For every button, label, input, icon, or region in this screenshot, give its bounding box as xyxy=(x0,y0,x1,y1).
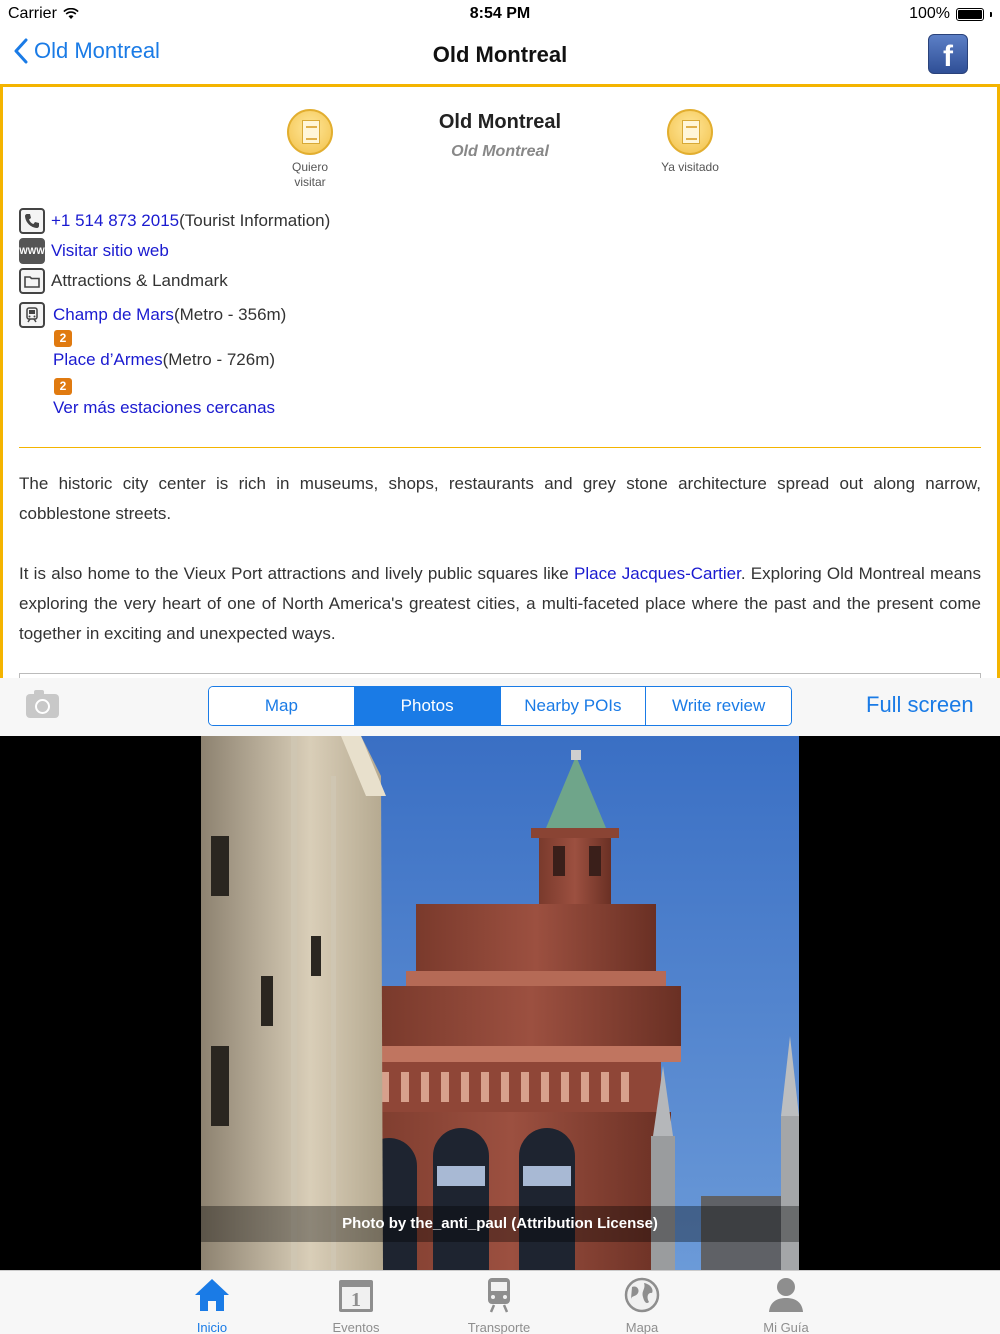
full-screen-button[interactable]: Full screen xyxy=(866,692,974,718)
phone-link[interactable]: +1 514 873 2015 xyxy=(51,211,179,231)
website-row: WWW Visitar sitio web xyxy=(19,238,169,264)
photo-caption: Photo by the_anti_paul (Attribution Lice… xyxy=(201,1206,799,1242)
tab-map[interactable]: Map xyxy=(209,687,355,725)
phone-icon xyxy=(19,208,45,234)
battery-icon xyxy=(956,7,984,21)
visited-doc-icon xyxy=(667,109,713,155)
station-row-1: Champ de Mars (Metro - 356m) xyxy=(19,302,286,328)
folder-icon xyxy=(19,268,45,294)
tabbar-label: Inicio xyxy=(196,1320,228,1334)
battery-tip xyxy=(990,11,992,17)
view-segmented-control: Map Photos Nearby POIs Write review xyxy=(208,686,792,726)
facebook-share-button[interactable]: f xyxy=(928,34,968,74)
navigation-bar: Old Montreal Old Montreal f xyxy=(0,28,1000,84)
globe-icon xyxy=(624,1277,660,1313)
poi-subtitle: Old Montreal xyxy=(451,143,549,160)
calendar-icon: 1 xyxy=(339,1280,373,1312)
poi-title: Old Montreal xyxy=(438,111,562,133)
camera-icon[interactable] xyxy=(26,690,59,718)
more-stations-link[interactable]: Ver más estaciones cercanas xyxy=(53,398,275,418)
tabbar-item-eventos[interactable]: 1 Eventos xyxy=(306,1275,406,1334)
category-row: Attractions & Landmark xyxy=(19,268,228,294)
website-link[interactable]: Visitar sitio web xyxy=(51,241,169,261)
battery-percent: 100% xyxy=(909,5,950,22)
place-jacques-cartier-link[interactable]: Place Jacques-Cartier xyxy=(574,564,741,583)
facebook-icon: f xyxy=(943,40,953,73)
bottom-tab-bar: Inicio 1 Eventos Transporte Mapa Mi Guía xyxy=(0,1270,1000,1334)
already-visited-button[interactable]: Ya visitado xyxy=(645,109,735,175)
description-paragraph-1: The historic city center is rich in muse… xyxy=(19,474,981,523)
metro-line-badge: 2 xyxy=(54,330,72,347)
home-icon xyxy=(195,1279,229,1311)
tabbar-item-mi-guia[interactable]: Mi Guía xyxy=(736,1275,836,1334)
metro-line-badge: 2 xyxy=(54,378,72,395)
section-divider xyxy=(19,447,981,448)
train-icon xyxy=(488,1278,510,1313)
tabbar-item-mapa[interactable]: Mapa xyxy=(592,1275,692,1334)
tabbar-label: Mi Guía xyxy=(763,1320,809,1334)
svg-text:1: 1 xyxy=(351,1289,361,1311)
www-icon: WWW xyxy=(19,238,45,264)
want-to-visit-label: Quiero visitar xyxy=(291,160,329,189)
clock: 8:54 PM xyxy=(469,5,531,22)
tabbar-label: Transporte xyxy=(467,1320,531,1334)
person-icon xyxy=(769,1278,803,1312)
station-detail: (Metro - 726m) xyxy=(162,350,276,369)
description-paragraph-2: It is also home to the Vieux Port attrac… xyxy=(19,559,981,649)
app-screen: Carrier 8:54 PM 100% Old Montreal Old Mo… xyxy=(0,0,1000,1334)
description-text: It is also home to the Vieux Port attrac… xyxy=(19,564,574,583)
battery-group: 100% xyxy=(909,5,992,23)
station-link[interactable]: Place d’Armes xyxy=(53,350,163,370)
tab-write-review[interactable]: Write review xyxy=(646,687,791,725)
tabbar-item-inicio[interactable]: Inicio xyxy=(162,1275,262,1334)
status-bar: Carrier 8:54 PM 100% xyxy=(0,0,1000,28)
metro-icon xyxy=(19,302,45,328)
tabbar-label: Mapa xyxy=(625,1320,659,1334)
tabbar-item-transporte[interactable]: Transporte xyxy=(449,1275,549,1334)
page-title: Old Montreal xyxy=(432,42,568,67)
photo-viewer: Photo by the_anti_paul (Attribution Lice… xyxy=(0,736,1000,1270)
more-stations-row: Ver más estaciones cercanas xyxy=(53,398,275,418)
phone-note: (Tourist Information) xyxy=(179,211,331,230)
poi-detail-card: Quiero visitar Old Montreal Old Montreal… xyxy=(0,84,1000,678)
tabbar-label: Eventos xyxy=(332,1320,380,1334)
tab-photos[interactable]: Photos xyxy=(354,687,501,725)
category-label: Attractions & Landmark xyxy=(51,271,228,290)
station-detail: (Metro - 356m) xyxy=(173,305,287,324)
tab-nearby-pois[interactable]: Nearby POIs xyxy=(500,687,647,725)
already-visited-label: Ya visitado xyxy=(661,160,719,174)
poi-header: Quiero visitar Old Montreal Old Montreal… xyxy=(3,87,997,202)
phone-row: +1 514 873 2015 (Tourist Information) xyxy=(19,208,330,234)
station-row-2: Place d’Armes (Metro - 726m) xyxy=(53,350,275,370)
building-photo-illustration xyxy=(201,736,799,1270)
poi-photo[interactable] xyxy=(201,736,799,1270)
station-link[interactable]: Champ de Mars xyxy=(53,305,174,325)
media-toolbar: Map Photos Nearby POIs Write review Full… xyxy=(0,678,1000,736)
